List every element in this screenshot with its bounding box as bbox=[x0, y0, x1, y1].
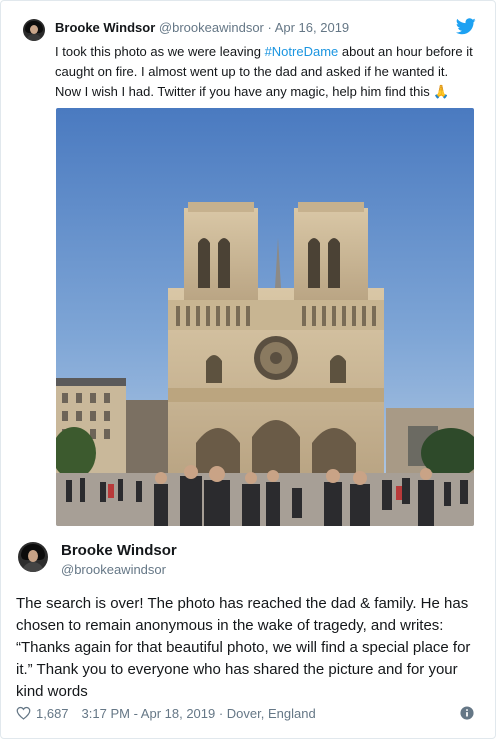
tweet-footer: 1,687 3:17 PM - Apr 18, 2019 · Dover, En… bbox=[16, 704, 482, 722]
heart-icon[interactable] bbox=[16, 706, 31, 720]
tweet-text: The search is over! The photo has reache… bbox=[16, 595, 471, 700]
quoted-tweet-header: Brooke Windsor @brookeawindsor · Apr 16,… bbox=[55, 20, 349, 35]
author-avatar[interactable] bbox=[18, 542, 48, 572]
info-icon[interactable] bbox=[460, 706, 474, 720]
hashtag-link[interactable]: #NotreDame bbox=[265, 44, 339, 59]
notre-dame-photo[interactable] bbox=[56, 108, 474, 526]
quoted-author-avatar[interactable] bbox=[23, 19, 45, 41]
quoted-author-meta[interactable]: @brookeawindsor · Apr 16, 2019 bbox=[159, 20, 349, 35]
author-name[interactable]: Brooke Windsor bbox=[61, 542, 177, 559]
quoted-text-part-1: I took this photo as we were leaving bbox=[55, 44, 265, 59]
like-count[interactable]: 1,687 bbox=[36, 706, 69, 721]
author-handle[interactable]: @brookeawindsor bbox=[61, 562, 166, 577]
quoted-author-name[interactable]: Brooke Windsor bbox=[55, 20, 155, 35]
quoted-tweet-text: I took this photo as we were leaving #No… bbox=[55, 42, 475, 102]
tweet-card: Brooke Windsor @brookeawindsor · Apr 16,… bbox=[0, 0, 496, 739]
praying-hands-emoji: 🙏 bbox=[433, 84, 450, 99]
twitter-bird-icon[interactable] bbox=[456, 18, 476, 35]
timestamp-location[interactable]: 3:17 PM - Apr 18, 2019 · Dover, England bbox=[82, 706, 316, 721]
